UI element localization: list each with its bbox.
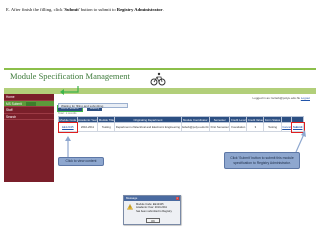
view-content-callout: Click to view content [58, 157, 104, 166]
coordinator-cell: lsclerk@polyu.edu.hk [180, 122, 211, 132]
ok-button[interactable]: OK [146, 218, 160, 223]
submit-pointer-arrow [295, 130, 306, 153]
dialog-message: Module Code: EE12345 Academic Year: 2010… [136, 203, 180, 213]
sidebar-item-label: MS Submit [6, 101, 22, 106]
sidebar: Home MS Submit Staff Search [4, 94, 54, 182]
instruction-text: E. After finish the filling, click 'Subm… [6, 7, 164, 12]
sidebar-item-search[interactable]: Search [4, 114, 54, 120]
table-row: EE12345 2010-2011 Testing Department of … [57, 121, 305, 133]
logged-in-text: Logged in as: lsclerk@polyu.edu.hk [252, 96, 300, 100]
form-status-cell: Testing [263, 122, 282, 132]
dialog-line-status: has been submitted to Registry. [136, 209, 173, 213]
module-title-cell: Testing [97, 122, 116, 132]
record-count: Total : 1 records [58, 112, 77, 115]
credit-level-cell: Foundation [229, 122, 248, 132]
module-code-link[interactable]: EE12345 [57, 121, 78, 133]
banner-strip [4, 68, 316, 70]
close-icon[interactable]: × [175, 196, 179, 200]
app-banner: Module Specification Management [4, 62, 316, 94]
active-marker [26, 102, 36, 106]
module-table: Module Code Academic Year Module Title O… [57, 116, 305, 133]
submit-hint-callout: Click 'Submit' button to submit this mod… [224, 152, 300, 169]
user-info: Logged in as: lsclerk@polyu.edu.hk Logou… [253, 96, 310, 100]
department-cell: Department of Electrical and Electronic … [114, 122, 182, 132]
tab-waiting[interactable]: Waiting for filling and submitting [58, 103, 128, 108]
module-code-text: EE12345 [62, 125, 74, 129]
dialog-title: Message [126, 196, 138, 200]
credit-value-cell: 3 [246, 122, 265, 132]
bicycle-logo-icon [150, 72, 166, 86]
logout-link[interactable]: Logout [301, 96, 310, 100]
view-content-arrow [65, 136, 71, 157]
toolbar-pointer-arrow [60, 86, 79, 95]
dialog-title-bar: Message × [124, 196, 180, 201]
app-title: Module Specification Management [10, 71, 130, 81]
semester-cell: First Semester [209, 122, 231, 132]
academic-year-cell: 2010-2011 [76, 122, 99, 132]
warning-icon [127, 204, 133, 210]
confirmation-dialog: Message × Module Code: EE12345 Academic … [123, 195, 181, 225]
